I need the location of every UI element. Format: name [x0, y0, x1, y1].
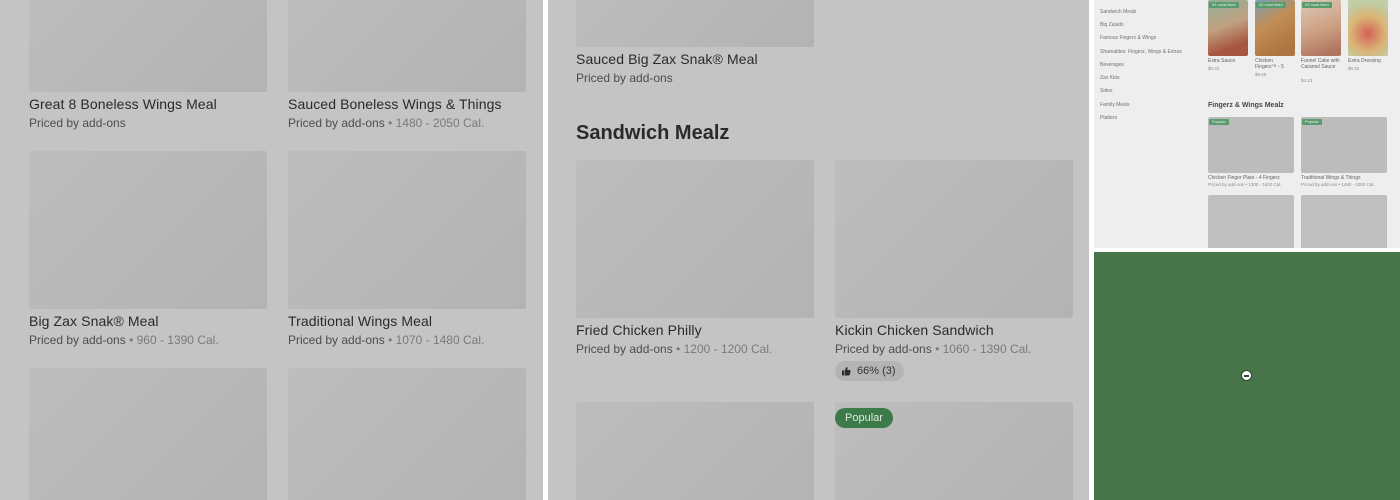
minus-circle-icon[interactable] — [1241, 370, 1252, 381]
item-image[interactable] — [29, 0, 267, 92]
item-image[interactable] — [576, 160, 814, 318]
item-title[interactable]: Great 8 Boneless Wings Meal — [29, 96, 217, 112]
menu-thumbnail-panel: Sandwich Mealz Big Zalads Famous Fingerz… — [1094, 0, 1400, 248]
item-title[interactable]: Big Zax Snak® Meal — [29, 313, 159, 329]
popular-badge: Popular — [835, 408, 893, 428]
item-price: Priced by add-ons • 1480 - 2050 Cal. — [288, 116, 485, 130]
menu-panel-1: Great 8 Boneless Wings Meal Priced by ad… — [0, 0, 543, 500]
item-image[interactable] — [29, 151, 267, 309]
item-image[interactable] — [288, 0, 526, 92]
rating-badge: 66% (3) — [835, 361, 904, 381]
item-title[interactable]: Kickin Chicken Sandwich — [835, 322, 994, 338]
item-image[interactable] — [288, 368, 526, 500]
item-price: Priced by add-ons — [29, 116, 126, 130]
section-heading: Sandwich Mealz — [576, 122, 730, 144]
item-title[interactable]: Sauced Boneless Wings & Things — [288, 96, 502, 112]
item-image[interactable] — [576, 402, 814, 500]
item-price: Priced by add-ons • 1060 - 1390 Cal. — [835, 342, 1032, 356]
item-image[interactable] — [29, 368, 267, 500]
item-image[interactable] — [288, 151, 526, 309]
item-price: Priced by add-ons • 1200 - 1200 Cal. — [576, 342, 773, 356]
item-price: Priced by add-ons • 960 - 1390 Cal. — [29, 333, 219, 347]
menu-panel-2: Sauced Big Zax Snak® Meal Priced by add-… — [548, 0, 1089, 500]
item-title[interactable]: Traditional Wings Meal — [288, 313, 432, 329]
item-image[interactable] — [835, 160, 1073, 318]
item-title[interactable]: Sauced Big Zax Snak® Meal — [576, 51, 758, 67]
item-price: Priced by add-ons — [576, 71, 673, 85]
dim-overlay — [1094, 0, 1400, 248]
rating-value: 66% (3) — [857, 365, 896, 377]
green-panel — [1094, 252, 1400, 500]
item-price: Priced by add-ons • 1070 - 1480 Cal. — [288, 333, 485, 347]
thumbs-up-icon — [842, 367, 851, 376]
item-image[interactable] — [576, 0, 814, 47]
item-title[interactable]: Fried Chicken Philly — [576, 322, 702, 338]
